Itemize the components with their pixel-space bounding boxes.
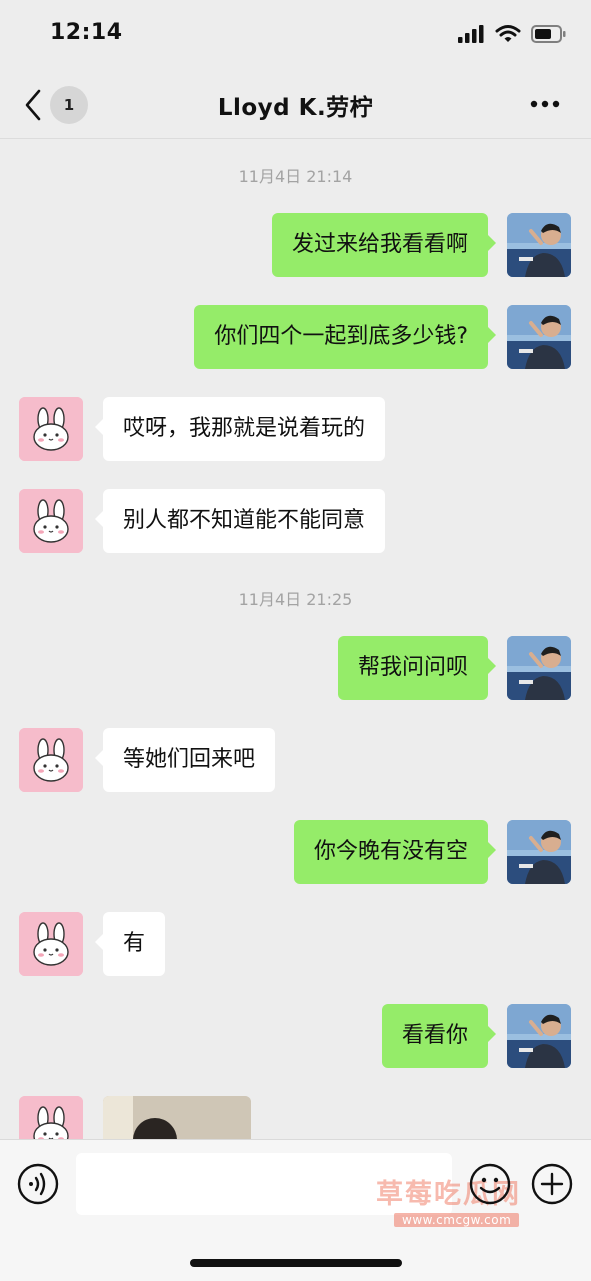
message-row-received: 有 xyxy=(0,912,591,978)
message-row-received: 别人都不知道能不能同意 xyxy=(0,489,591,555)
home-indicator[interactable] xyxy=(190,1259,402,1267)
user-photo-avatar[interactable] xyxy=(507,213,571,277)
bunny-avatar[interactable] xyxy=(19,1096,83,1139)
message-bubble[interactable]: 看看你 xyxy=(381,1004,497,1068)
photo-thumbnail xyxy=(103,1096,251,1139)
photo-message[interactable] xyxy=(103,1096,251,1139)
battery-icon xyxy=(531,25,566,43)
wifi-icon xyxy=(495,25,521,42)
nav-bar: 1 Lloyd K.劳柠 xyxy=(0,70,591,139)
timestamp: 11月4日 21:14 xyxy=(238,167,353,186)
user-photo-avatar[interactable] xyxy=(507,636,571,700)
chat-area[interactable]: 11月4日 21:14 发过来给我看看啊 你们四个一起到底多少钱? 哎呀，我那就… xyxy=(0,139,591,1139)
user-photo-avatar[interactable] xyxy=(507,1004,571,1068)
message-bubble[interactable]: 你们四个一起到底多少钱? xyxy=(194,305,496,369)
user-photo-avatar[interactable] xyxy=(507,820,571,884)
bunny-avatar[interactable] xyxy=(19,397,83,461)
message-bubble[interactable]: 哎呀，我那就是说着玩的 xyxy=(94,397,386,461)
status-time: 12:14 xyxy=(50,20,123,45)
watermark-url: www.cmcgw.com xyxy=(394,1213,520,1227)
message-bubble[interactable]: 帮我问问呗 xyxy=(337,636,497,700)
more-dots-icon[interactable] xyxy=(529,92,561,116)
emoji-icon[interactable] xyxy=(468,1162,512,1206)
message-bubble[interactable]: 有 xyxy=(94,912,166,976)
bunny-avatar[interactable] xyxy=(19,489,83,553)
message-row-received: 等她们回来吧 xyxy=(0,728,591,794)
message-row-sent: 帮我问问呗 xyxy=(0,636,591,702)
message-row-sent: 你们四个一起到底多少钱? xyxy=(0,305,591,371)
message-bubble[interactable]: 你今晚有没有空 xyxy=(293,820,497,884)
message-row-sent: 发过来给我看看啊 xyxy=(0,213,591,279)
chat-title: Lloyd K.劳柠 xyxy=(217,95,374,121)
status-icons xyxy=(457,24,567,44)
message-bubble[interactable]: 别人都不知道能不能同意 xyxy=(94,489,386,553)
message-bubble[interactable]: 等她们回来吧 xyxy=(94,728,276,792)
message-row-received xyxy=(0,1096,591,1139)
plus-icon[interactable] xyxy=(530,1162,574,1206)
message-bubble[interactable]: 发过来给我看看啊 xyxy=(271,213,497,277)
status-bar: 12:14 xyxy=(0,0,591,70)
timestamp: 11月4日 21:25 xyxy=(238,590,353,609)
bunny-avatar[interactable] xyxy=(19,728,83,792)
user-photo-avatar[interactable] xyxy=(507,305,571,369)
message-row-sent: 你今晚有没有空 xyxy=(0,820,591,886)
bunny-avatar[interactable] xyxy=(19,912,83,976)
message-row-received: 哎呀，我那就是说着玩的 xyxy=(0,397,591,463)
voice-icon[interactable] xyxy=(16,1162,60,1206)
signal-icon xyxy=(458,25,484,43)
message-row-sent: 看看你 xyxy=(0,1004,591,1070)
